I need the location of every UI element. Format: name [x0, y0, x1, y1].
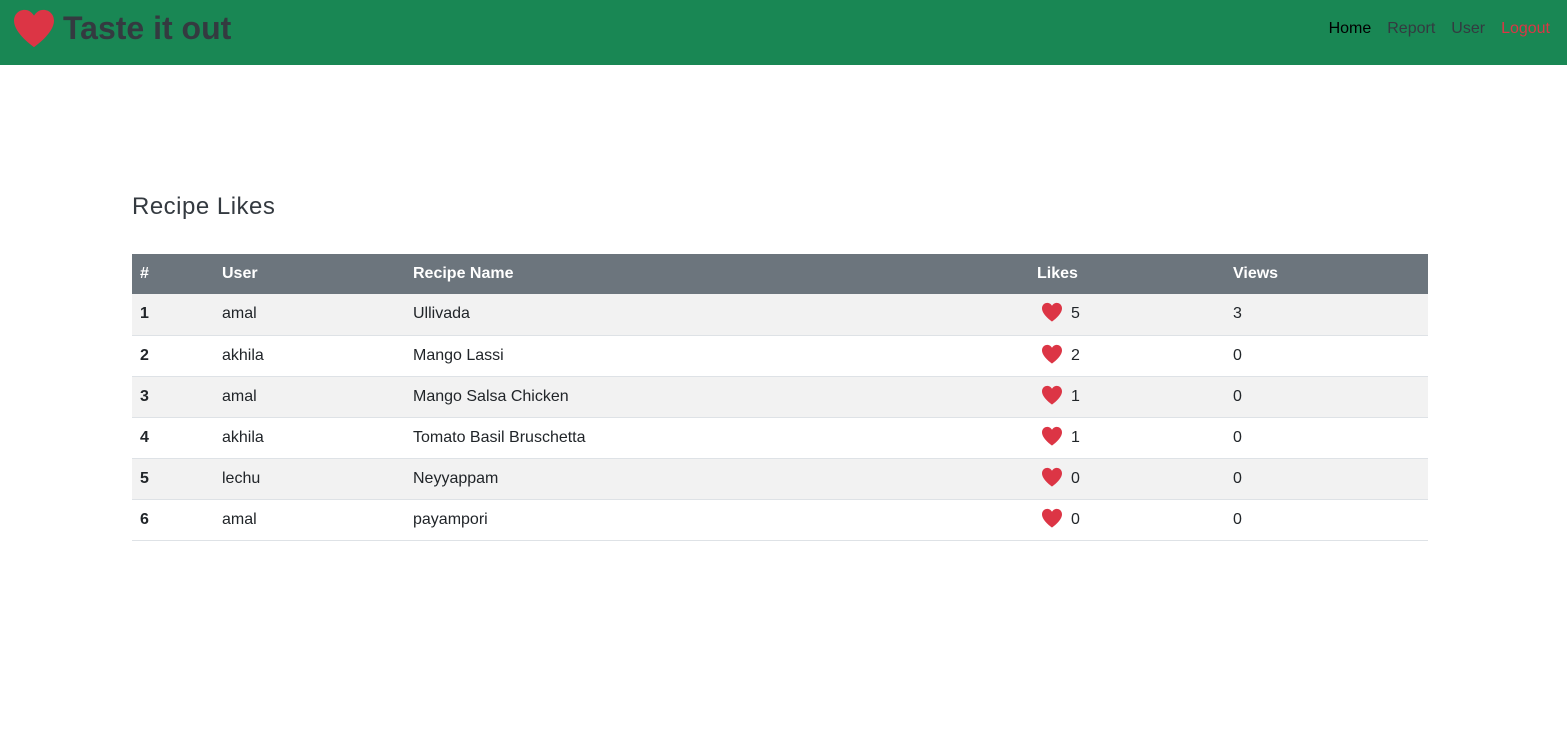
brand[interactable]: Taste it out: [12, 6, 231, 50]
rank-cell: 5: [132, 458, 214, 500]
nav-link-report[interactable]: Report: [1379, 20, 1443, 38]
rank-cell: 4: [132, 417, 214, 459]
likes-cell: 2: [1029, 335, 1225, 377]
table-row: 6 amal payampori 0 0: [132, 499, 1428, 541]
nav-menu: Home Report User Logout: [1321, 20, 1550, 38]
views-cell: 0: [1225, 499, 1428, 541]
user-cell: lechu: [214, 458, 405, 500]
rank-cell: 6: [132, 499, 214, 541]
column-header-rank: #: [140, 265, 149, 282]
likes-cell: 1: [1029, 417, 1225, 459]
table-header: # User Recipe Name Likes Views: [132, 254, 1428, 294]
heart-icon: [14, 9, 54, 48]
column-header-recipe-name: Recipe Name: [413, 265, 514, 282]
page-title: Recipe Likes: [132, 193, 276, 220]
views-cell: 0: [1225, 417, 1428, 459]
views-cell: 3: [1225, 294, 1428, 336]
nav-link-logout[interactable]: Logout: [1493, 20, 1550, 38]
user-cell: akhila: [214, 335, 405, 377]
heart-icon[interactable]: [1041, 344, 1063, 364]
column-header-user: User: [222, 265, 258, 282]
views-cell: 0: [1225, 458, 1428, 500]
likes-count: 2: [1071, 346, 1080, 364]
recipe-name-cell: Tomato Basil Bruschetta: [405, 417, 1029, 459]
table-row: 1 amal Ullivada 5 3: [132, 294, 1428, 336]
likes-cell: 0: [1029, 499, 1225, 541]
views-cell: 0: [1225, 335, 1428, 377]
recipe-name-cell: Mango Lassi: [405, 335, 1029, 377]
heart-icon[interactable]: [1041, 302, 1063, 322]
rank-cell: 3: [132, 376, 214, 418]
likes-count: 0: [1071, 469, 1080, 487]
heart-icon[interactable]: [1041, 426, 1063, 446]
table-body: 1 amal Ullivada 5 3 2 akhila Mango Lassi…: [132, 294, 1428, 541]
likes-cell: 0: [1029, 458, 1225, 500]
recipe-likes-table: # User Recipe Name Likes Views 1 amal Ul…: [132, 254, 1428, 541]
rank-cell: 2: [132, 335, 214, 377]
user-cell: amal: [214, 294, 405, 336]
nav-link-user[interactable]: User: [1443, 20, 1493, 38]
recipe-name-cell: Mango Salsa Chicken: [405, 376, 1029, 418]
table-row: 5 lechu Neyyappam 0 0: [132, 458, 1428, 500]
rank-cell: 1: [132, 294, 214, 336]
heart-icon[interactable]: [1041, 508, 1063, 528]
user-cell: amal: [214, 499, 405, 541]
likes-count: 5: [1071, 305, 1080, 323]
likes-cell: 5: [1029, 294, 1225, 336]
likes-count: 0: [1071, 510, 1080, 528]
recipe-name-cell: Ullivada: [405, 294, 1029, 336]
likes-count: 1: [1071, 428, 1080, 446]
heart-icon[interactable]: [1041, 385, 1063, 405]
top-navbar: Taste it out Home Report User Logout: [0, 0, 1567, 65]
user-cell: amal: [214, 376, 405, 418]
column-header-likes: Likes: [1037, 265, 1078, 282]
recipe-name-cell: Neyyappam: [405, 458, 1029, 500]
user-cell: akhila: [214, 417, 405, 459]
likes-cell: 1: [1029, 376, 1225, 418]
column-header-views: Views: [1233, 265, 1279, 282]
heart-icon[interactable]: [1041, 467, 1063, 487]
nav-link-home[interactable]: Home: [1321, 20, 1380, 38]
table-row: 2 akhila Mango Lassi 2 0: [132, 335, 1428, 377]
views-cell: 0: [1225, 376, 1428, 418]
likes-count: 1: [1071, 387, 1080, 405]
table-row: 3 amal Mango Salsa Chicken 1 0: [132, 376, 1428, 418]
table-row: 4 akhila Tomato Basil Bruschetta 1 0: [132, 417, 1428, 459]
brand-title: Taste it out: [63, 9, 232, 46]
recipe-name-cell: payampori: [405, 499, 1029, 541]
